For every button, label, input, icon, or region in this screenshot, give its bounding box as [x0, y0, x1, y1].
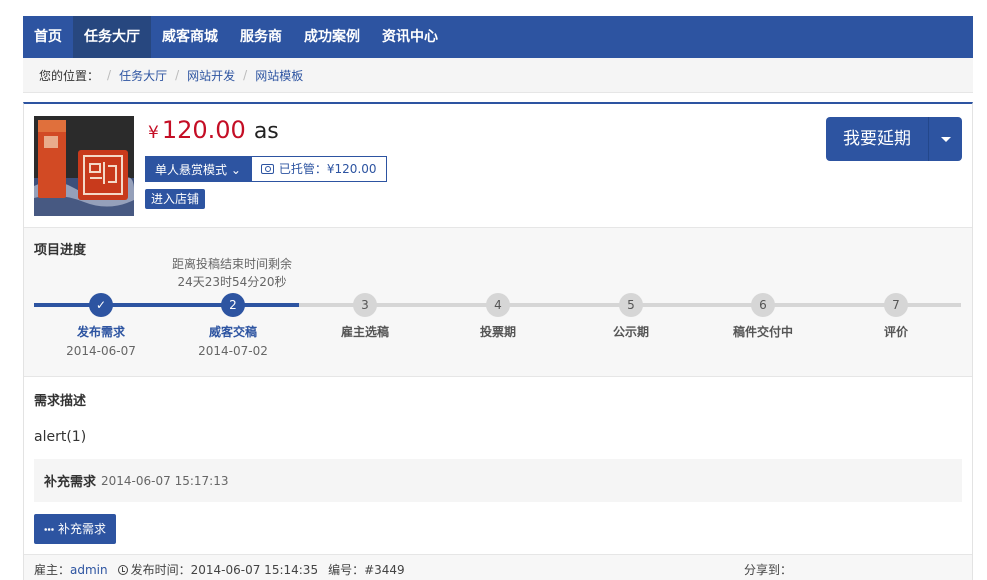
- nav-item-cases[interactable]: 成功案例: [293, 16, 371, 58]
- step-date: 2014-06-07: [66, 344, 136, 358]
- step-marker: 6: [751, 293, 775, 317]
- publish-time: 发布时间：2014-06-07 15:14:35: [130, 563, 319, 577]
- enter-shop-button[interactable]: 进入店铺: [145, 189, 206, 209]
- progress-step: 4 投票期: [428, 293, 568, 340]
- nav-item-mall[interactable]: 威客商城: [151, 16, 229, 58]
- escrow-status: 已托管：¥120.00: [250, 156, 387, 182]
- progress-step: 6 稿件交付中: [693, 293, 833, 340]
- supplement-time: 2014-06-07 15:17:13: [101, 473, 229, 488]
- progress-step: 3 雇主选稿: [295, 293, 435, 340]
- breadcrumb: 您的位置： / 任务大厅 / 网站开发 / 网站模板: [23, 58, 973, 93]
- seal-stone-image: [34, 116, 134, 216]
- check-icon: ✓: [89, 293, 113, 317]
- supplement-box: 补充需求 2014-06-07 15:17:13: [34, 459, 962, 502]
- progress-title: 项目进度: [34, 243, 87, 258]
- description-text: alert(1): [34, 429, 87, 445]
- nav-item-home[interactable]: 首页: [23, 16, 73, 58]
- step-marker: 7: [884, 293, 908, 317]
- money-icon: [260, 164, 274, 174]
- step-marker: 3: [353, 293, 377, 317]
- more-dots-icon: [44, 527, 54, 531]
- step-name: 发布需求: [76, 325, 125, 339]
- clock-icon: [117, 564, 128, 575]
- escrow-label: 已托管：¥120.00: [278, 162, 377, 176]
- currency-symbol: ¥: [148, 123, 159, 143]
- task-number: 编号：#3449: [328, 563, 405, 577]
- reward-mode-label: 单人悬赏模式: [155, 163, 228, 177]
- countdown-label: 距离投稿结束时间剩余: [171, 257, 292, 271]
- task-thumbnail: [34, 116, 134, 216]
- supplement-title: 补充需求: [44, 475, 97, 490]
- reward-mode-button[interactable]: 单人悬赏模式 ⌄: [145, 156, 251, 182]
- task-panel: ¥ 120.00 as 单人悬赏模式 ⌄ 已托管：¥120.00 进入店铺 我要…: [23, 102, 973, 580]
- progress-step: 5 公示期: [561, 293, 701, 340]
- breadcrumb-separator: /: [243, 68, 248, 82]
- breadcrumb-separator: /: [107, 68, 112, 82]
- step-name: 公示期: [612, 325, 649, 339]
- step-name: 威客交稿: [208, 325, 257, 339]
- nav-item-task-hall[interactable]: 任务大厅: [73, 16, 151, 58]
- nav-item-news[interactable]: 资讯中心: [371, 16, 449, 58]
- progress-step: ✓ 发布需求 2014-06-07: [31, 293, 171, 358]
- mode-group: 单人悬赏模式 ⌄ 已托管：¥120.00: [145, 156, 387, 182]
- progress-step: 7 评价: [826, 293, 966, 340]
- extend-dropdown-toggle[interactable]: [928, 117, 962, 161]
- chevron-down-icon: ⌄: [230, 163, 241, 177]
- step-marker: 5: [619, 293, 643, 317]
- caret-down-icon: [940, 136, 951, 142]
- step-name: 稿件交付中: [732, 325, 793, 339]
- breadcrumb-item-web-template[interactable]: 网站模板: [255, 67, 303, 84]
- step-marker: 4: [486, 293, 510, 317]
- breadcrumb-prefix: 您的位置：: [39, 68, 100, 83]
- breadcrumb-item-web-dev[interactable]: 网站开发: [187, 67, 235, 84]
- breadcrumb-separator: /: [175, 68, 180, 82]
- step-name: 投票期: [479, 325, 516, 339]
- breadcrumb-item-task-hall[interactable]: 任务大厅: [119, 67, 167, 84]
- employer-link[interactable]: admin: [70, 563, 108, 577]
- step-name: 雇主选稿: [340, 325, 389, 339]
- description-title: 需求描述: [34, 394, 87, 409]
- share-label: 分享到：: [744, 563, 793, 577]
- project-progress: 项目进度 距离投稿结束时间剩余 24天23时54分20秒 ✓ 发布需求 2014…: [24, 227, 972, 377]
- nav-item-providers[interactable]: 服务商: [229, 16, 293, 58]
- task-meta: 雇主： admin 发布时间：2014-06-07 15:14:35 编号：#3…: [24, 554, 972, 580]
- countdown-time: 24天23时54分20秒: [177, 275, 287, 289]
- extend-button-group: 我要延期: [826, 117, 962, 161]
- step-name: 评价: [883, 325, 908, 339]
- add-supplement-label: 补充需求: [58, 522, 107, 536]
- step-marker: 2: [221, 293, 245, 317]
- add-supplement-button[interactable]: 补充需求: [34, 514, 117, 544]
- top-nav: 首页 任务大厅 威客商城 服务商 成功案例 资讯中心: [23, 16, 973, 58]
- employer-label: 雇主：: [34, 563, 71, 577]
- extend-button[interactable]: 我要延期: [826, 117, 928, 161]
- task-title: as: [253, 119, 279, 144]
- progress-step: 2 威客交稿 2014-07-02: [163, 293, 303, 358]
- task-price: 120.00: [161, 116, 246, 144]
- price-row: ¥ 120.00 as: [148, 116, 279, 144]
- step-date: 2014-07-02: [198, 344, 268, 358]
